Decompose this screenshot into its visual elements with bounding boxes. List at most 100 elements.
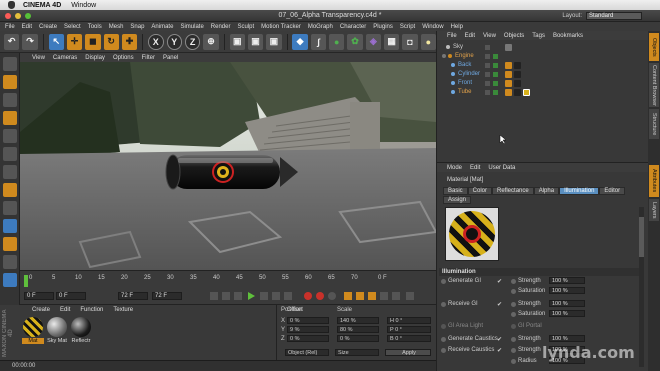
gi-portal-radio[interactable] xyxy=(511,324,516,329)
object-menu-bookmarks[interactable]: Bookmarks xyxy=(553,33,583,39)
object-row-engine[interactable]: Engine xyxy=(437,52,649,60)
polygons-mode-icon[interactable] xyxy=(2,165,17,179)
material-swatch-mat[interactable]: Mat xyxy=(22,317,44,344)
menu-motion-tracker[interactable]: Motion Tracker xyxy=(261,24,301,30)
visibility-check-icon[interactable] xyxy=(493,71,498,77)
make-editable-icon[interactable] xyxy=(2,57,17,71)
scene-floor-icon[interactable]: ▦ xyxy=(384,33,400,50)
viewport-menu-options[interactable]: Options xyxy=(113,55,134,61)
receive-caustics-radio[interactable] xyxy=(441,348,446,353)
layout-select[interactable]: Standard xyxy=(586,12,642,20)
layer-toggle[interactable] xyxy=(485,80,490,86)
3d-viewport[interactable] xyxy=(20,62,436,270)
caustics-strength-radio[interactable] xyxy=(511,337,516,342)
object-row-sky[interactable]: Sky xyxy=(437,43,649,51)
apply-button[interactable]: Apply xyxy=(385,349,431,356)
render-view-icon[interactable]: ▣ xyxy=(229,33,245,50)
goto-end-icon[interactable] xyxy=(284,292,292,300)
texture-tag-icon[interactable] xyxy=(514,61,521,69)
layer-toggle[interactable] xyxy=(485,44,490,50)
lock-workplane-icon[interactable] xyxy=(2,237,17,251)
object-row-front[interactable]: Front xyxy=(437,79,649,87)
coordinate-system-icon[interactable]: ⊕ xyxy=(203,33,219,50)
visibility-check-icon[interactable] xyxy=(493,62,498,68)
receive-saturation-radio[interactable] xyxy=(511,312,516,317)
menu-mesh[interactable]: Mesh xyxy=(109,24,124,30)
position-z-field[interactable]: 0 % xyxy=(287,335,329,342)
os-menu-window[interactable]: Window xyxy=(71,2,96,9)
record-keys-icon[interactable] xyxy=(304,292,312,300)
prev-key-icon[interactable] xyxy=(222,292,230,300)
scale-tool-icon[interactable]: ◼ xyxy=(85,33,101,50)
menu-simulate[interactable]: Simulate xyxy=(180,24,203,30)
y-axis-lock-button[interactable]: Y xyxy=(166,33,182,50)
recent-tools-icon[interactable]: ✚ xyxy=(121,33,138,50)
menu-help[interactable]: Help xyxy=(451,24,463,30)
rotation-p-field[interactable]: P 0 ° xyxy=(387,326,431,333)
scale-y-field[interactable]: 80 % xyxy=(337,326,379,333)
tab-assign[interactable]: Assign xyxy=(443,196,472,204)
viewport-menu-filter[interactable]: Filter xyxy=(142,55,155,61)
phong-tag-icon[interactable] xyxy=(505,88,512,96)
menu-file[interactable]: File xyxy=(5,24,15,30)
layer-toggle[interactable] xyxy=(485,62,490,68)
menu-snap[interactable]: Snap xyxy=(130,24,144,30)
attribute-scrollbar[interactable] xyxy=(639,207,644,367)
gi-strength-radio[interactable] xyxy=(511,279,516,284)
rotate-tool-icon[interactable]: ↻ xyxy=(103,33,119,50)
scale-x-field[interactable]: 140 % xyxy=(337,317,379,324)
menu-mograph[interactable]: MoGraph xyxy=(308,24,333,30)
receive-gi-radio[interactable] xyxy=(441,302,446,307)
planar-workplane-icon[interactable] xyxy=(2,255,17,269)
tab-content-browser-vertical[interactable]: Content Browser xyxy=(649,63,659,107)
tab-color[interactable]: Color xyxy=(467,187,493,195)
texture-tag-icon[interactable] xyxy=(514,88,521,96)
expand-icon[interactable] xyxy=(442,54,446,58)
tab-attributes-vertical[interactable]: Attributes xyxy=(649,165,659,197)
viewport-menu-view[interactable]: View xyxy=(32,55,45,61)
end-frame-field[interactable]: 72 F xyxy=(152,292,182,300)
menu-script[interactable]: Script xyxy=(400,24,415,30)
play-icon[interactable] xyxy=(248,292,255,300)
texture-tag-icon[interactable] xyxy=(514,79,521,87)
menu-edit[interactable]: Edit xyxy=(22,24,32,30)
visibility-check-icon[interactable] xyxy=(493,80,498,86)
object-menu-edit[interactable]: Edit xyxy=(465,33,475,39)
gi-strength-field[interactable]: 100 % xyxy=(549,277,585,284)
rotation-key-icon[interactable] xyxy=(368,292,376,300)
edges-mode-icon[interactable] xyxy=(2,147,17,161)
scale-z-field[interactable]: 0 % xyxy=(337,335,379,342)
phong-tag-icon[interactable] xyxy=(505,61,512,69)
preview-end-field[interactable]: 72 F xyxy=(118,292,148,300)
tab-illumination[interactable]: Illumination xyxy=(559,187,600,195)
keyframe-selection-icon[interactable] xyxy=(328,292,336,300)
visibility-check-icon[interactable] xyxy=(493,89,498,95)
material-swatch-reflectr[interactable]: Reflectr xyxy=(70,317,92,344)
rotation-b-field[interactable]: B 0 ° xyxy=(387,335,431,342)
tab-structure-vertical[interactable]: Structure xyxy=(649,109,659,139)
selected-texture-tag-icon[interactable] xyxy=(523,88,530,96)
layer-toggle[interactable] xyxy=(485,71,490,77)
object-menu-view[interactable]: View xyxy=(483,33,496,39)
next-key-icon[interactable] xyxy=(272,292,280,300)
phong-tag-icon[interactable] xyxy=(505,70,512,78)
viewport-menu-cameras[interactable]: Cameras xyxy=(53,55,77,61)
menu-character[interactable]: Character xyxy=(340,24,366,30)
next-frame-icon[interactable] xyxy=(260,292,268,300)
texture-tag-icon[interactable] xyxy=(514,70,521,78)
preview-start-field[interactable]: 0 F xyxy=(56,292,86,300)
snap-icon[interactable] xyxy=(2,219,17,233)
position-x-field[interactable]: 0 % xyxy=(287,317,329,324)
material-menu-create[interactable]: Create xyxy=(32,307,50,313)
layer-toggle[interactable] xyxy=(485,89,490,95)
position-key-icon[interactable] xyxy=(344,292,352,300)
attribute-menu-mode[interactable]: Mode xyxy=(447,165,462,171)
z-axis-lock-button[interactable]: Z xyxy=(184,33,201,50)
timeline-menu-icon[interactable] xyxy=(406,292,414,300)
points-mode-icon[interactable] xyxy=(2,129,17,143)
gi-saturation-field[interactable]: 100 % xyxy=(549,287,585,294)
caustics-strength-field[interactable]: 100 % xyxy=(549,335,585,342)
menu-plugins[interactable]: Plugins xyxy=(373,24,393,30)
texture-tag-icon[interactable] xyxy=(505,43,512,51)
layer-toggle[interactable] xyxy=(485,53,490,59)
